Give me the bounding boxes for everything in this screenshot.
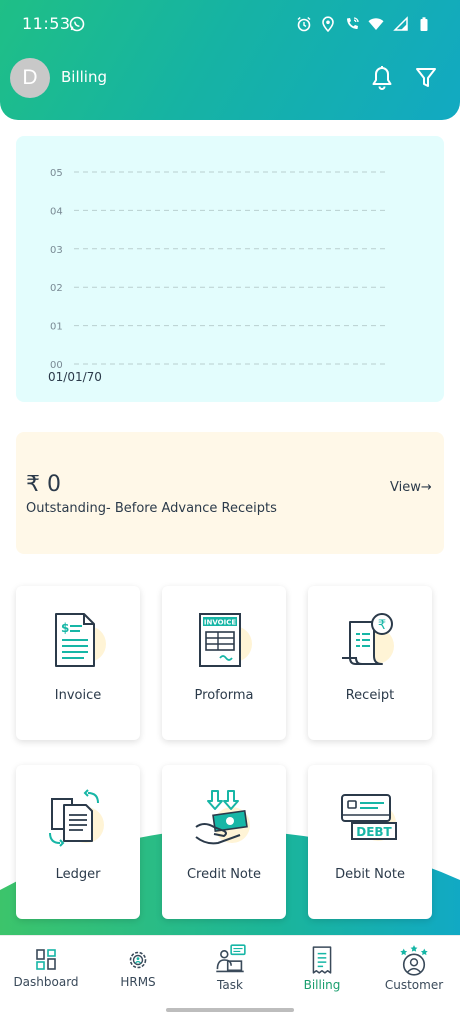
svg-text:$: $: [61, 621, 69, 635]
ledger-documents-icon: [49, 789, 104, 847]
y-tick-label: 04: [50, 206, 63, 217]
billing-receipt-icon: [312, 946, 332, 974]
debt-icon-text: DEBT: [356, 825, 392, 839]
status-bar: 11:53: [0, 0, 460, 50]
filter-icon[interactable]: [415, 66, 437, 90]
app-header: 11:53 D Billing: [0, 0, 460, 120]
nav-item-hrms[interactable]: HRMS: [92, 936, 184, 1006]
page-title: Billing: [61, 68, 107, 86]
proforma-invoice-icon: INVOICE: [199, 613, 252, 667]
outstanding-card: ₹ 0 Outstanding- Before Advance Receipts…: [16, 432, 444, 554]
nav-item-task[interactable]: Task: [184, 936, 276, 1006]
nav-label: Billing: [303, 978, 341, 992]
receipt-icon: ₹: [342, 613, 394, 665]
y-tick-label: 03: [50, 245, 63, 256]
whatsapp-icon: [69, 16, 85, 32]
billing-chart: 00010203040501/01/70: [48, 168, 388, 384]
credit-note-hand-cash-icon: [195, 790, 250, 845]
outstanding-amount: ₹ 0: [26, 472, 61, 497]
hrms-gear-icon: [129, 951, 147, 969]
debit-note-tile[interactable]: DEBT Debit Note: [308, 765, 432, 919]
alarm-icon: [297, 16, 311, 32]
proforma-tile[interactable]: INVOICE Proforma: [162, 586, 286, 740]
y-tick-label: 01: [50, 322, 63, 333]
invoice-tile[interactable]: $ Invoice: [16, 586, 140, 740]
tile-label: Credit Note: [186, 867, 261, 882]
status-time: 11:53: [22, 14, 71, 33]
invoice-icon-text: INVOICE: [204, 619, 236, 627]
notification-bell-icon[interactable]: [370, 65, 394, 91]
nav-label: HRMS: [120, 975, 156, 989]
nav-item-dashboard[interactable]: Dashboard: [0, 936, 92, 1006]
avatar[interactable]: D: [10, 58, 50, 98]
tile-label: Invoice: [54, 688, 102, 703]
tile-label: Ledger: [55, 867, 101, 882]
battery-icon: [420, 17, 428, 31]
debit-card-icon: DEBT: [341, 794, 397, 841]
dashboard-icon: [36, 949, 56, 970]
receipt-tile[interactable]: ₹ Receipt: [308, 586, 432, 740]
rupee-icon-text: ₹: [378, 618, 386, 633]
home-indicator: [166, 1008, 294, 1012]
nav-label: Customer: [384, 978, 444, 992]
tile-label: Proforma: [194, 688, 254, 703]
billing-chart-card: 00 01 02 03 04 05 01/01/70: [16, 136, 444, 402]
view-outstanding-link[interactable]: View→: [390, 480, 432, 495]
nav-item-billing[interactable]: Billing: [276, 936, 368, 1006]
customer-rating-icon: [400, 945, 428, 976]
tile-label: Debit Note: [335, 867, 405, 882]
signal-icon: [393, 16, 408, 31]
outstanding-label: Outstanding- Before Advance Receipts: [26, 501, 277, 516]
nav-label: Dashboard: [13, 975, 79, 989]
nav-label: Task: [217, 978, 243, 992]
wifi-icon: [368, 18, 384, 30]
ledger-tile[interactable]: Ledger: [16, 765, 140, 919]
location-icon: [322, 16, 334, 32]
nav-item-customer[interactable]: Customer: [368, 936, 460, 1006]
wifi-call-icon: [347, 17, 359, 29]
invoice-document-icon: $: [55, 613, 106, 667]
task-person-laptop-icon: [216, 944, 246, 973]
y-tick-label: 02: [50, 283, 63, 294]
status-icons: [296, 16, 432, 32]
y-tick-label: 05: [50, 168, 63, 179]
x-tick-label: 01/01/70: [48, 370, 102, 384]
tile-label: Receipt: [345, 688, 395, 703]
credit-note-tile[interactable]: Credit Note: [162, 765, 286, 919]
